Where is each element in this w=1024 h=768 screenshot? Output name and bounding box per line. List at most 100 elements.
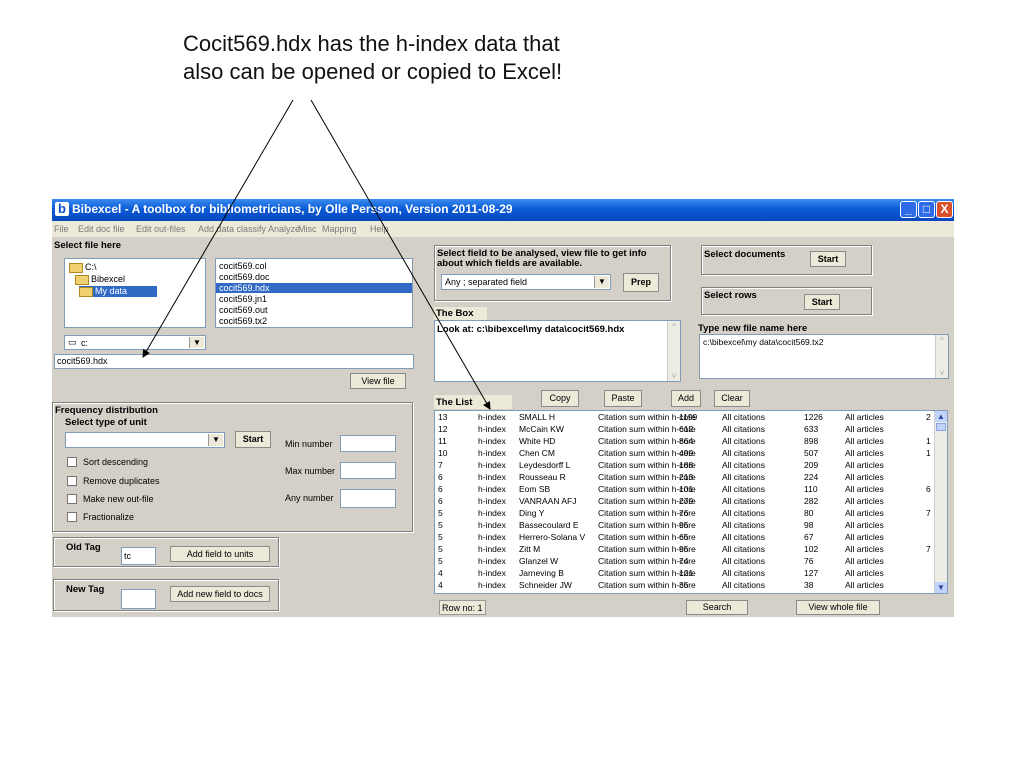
select-file-label: Select file here [54,240,122,251]
add-button[interactable]: Add [671,390,701,407]
list-row[interactable]: 5 h-index Ding Y Citation sum within h-core… [436,508,934,520]
list-cell: All articles [845,556,884,566]
title-bar[interactable]: b Bibexcel - A toolbox for bibliometrici… [52,199,954,221]
add-field-to-units-button[interactable]: Add field to units [170,546,270,562]
fractionalize-checkbox[interactable] [67,512,77,522]
list-row[interactable]: 13 h-index SMALL H Citation sum within h-co… [436,412,934,424]
box-scrollbar[interactable]: ^ v [667,321,680,381]
list-cell: Jarneving B [519,568,564,578]
scroll-up-icon[interactable]: ^ [668,321,680,332]
list-row[interactable]: 6 h-index Rousseau R Citation sum within h-… [436,472,934,484]
menu-add-data-classify[interactable]: Add data classify [198,224,266,234]
dropdown-arrow-icon[interactable]: ▼ [594,276,609,288]
remove-duplicates-checkbox[interactable] [67,476,77,486]
make-new-outfile-checkbox[interactable] [67,494,77,504]
drive-value: c: [81,338,89,348]
the-box-text[interactable]: Look at: c:\bibexcel\my data\cocit569.hd… [434,320,681,382]
list-cell: All articles [845,484,884,494]
max-number-input[interactable] [340,462,396,479]
new-filename-input[interactable]: c:\bibexcel\my data\cocit569.tx2 ^ v [699,334,949,379]
dir-item-my-data[interactable]: My data [79,286,158,297]
freq-start-button[interactable]: Start [235,431,271,448]
list-row[interactable]: 5 h-index Glanzel W Citation sum within h-c… [436,556,934,568]
menu-misc[interactable]: Misc [298,224,317,234]
list-cell: All articles [845,544,884,554]
scroll-down-icon[interactable]: ▼ [935,582,947,593]
list-row[interactable]: 6 h-index VANRAAN AFJ Citation sum within h… [436,496,934,508]
list-row[interactable]: 11 h-index White HD Citation sum within h-c… [436,436,934,448]
file-item[interactable]: cocit569.tx2 [219,316,267,326]
new-tag-input[interactable] [121,589,156,609]
the-list-label: The List [434,395,513,409]
copy-button[interactable]: Copy [541,390,579,407]
view-file-button[interactable]: View file [350,373,406,389]
add-new-field-to-docs-button[interactable]: Add new field to docs [170,586,270,602]
file-item[interactable]: cocit569.doc [219,272,270,282]
paste-button[interactable]: Paste [604,390,642,407]
new-filename-label: Type new file name here [698,323,808,334]
list-row[interactable]: 4 h-index Schneider JW Citation sum within … [436,580,934,592]
menu-edit-doc-file[interactable]: Edit doc file [78,224,125,234]
sort-descending-checkbox[interactable] [67,457,77,467]
list-cell: 507 [804,448,819,458]
file-item[interactable]: cocit569.out [219,305,268,315]
newfile-scrollbar[interactable]: ^ v [935,335,948,378]
list-row[interactable]: 5 h-index Zitt M Citation sum within h-core… [436,544,934,556]
list-row[interactable]: 7 h-index Leydesdorff L Citation sum within… [436,460,934,472]
clear-button[interactable]: Clear [714,390,750,407]
list-cell: 5 [438,556,443,566]
min-number-input[interactable] [340,435,396,452]
list-cell: 1 [926,436,931,446]
select-documents-start-button[interactable]: Start [810,251,846,267]
list-cell: 80 [804,508,814,518]
list-cell: All articles [845,436,884,446]
file-list[interactable]: cocit569.col cocit569.doc cocit569.hdx c… [215,258,413,328]
dropdown-arrow-icon[interactable]: ▼ [208,434,223,446]
old-tag-input[interactable]: tc [121,547,156,565]
list-cell: VANRAAN AFJ [519,496,577,506]
menu-help[interactable]: Help [370,224,389,234]
list-cell: 7 [926,544,931,554]
list-cell: 127 [804,568,819,578]
list-row[interactable]: 6 h-index Eom SB Citation sum within h-core… [436,484,934,496]
close-button[interactable]: X [936,201,953,218]
maximize-button[interactable]: □ [918,201,935,218]
menu-edit-out-files[interactable]: Edit out-files [136,224,186,234]
file-item[interactable]: cocit569.col [219,261,267,271]
old-tag-label: Old Tag [66,542,101,553]
scroll-thumb[interactable] [936,423,946,431]
file-item-selected[interactable]: cocit569.hdx [216,283,412,293]
any-number-input[interactable] [340,489,396,508]
unit-type-select[interactable]: ▼ [65,432,225,448]
the-list[interactable]: ▲ ▼ 13 h-index SMALL H Citation sum within … [434,410,948,594]
list-row[interactable]: 5 h-index Bassecoulard E Citation sum withi… [436,520,934,532]
directory-list[interactable]: C:\ Bibexcel My data [64,258,206,328]
field-select[interactable]: Any ; separated field ▼ [441,274,611,290]
list-row[interactable]: 10 h-index Chen CM Citation sum within h-co… [436,448,934,460]
list-scrollbar[interactable]: ▲ ▼ [934,411,947,593]
dropdown-arrow-icon[interactable]: ▼ [189,337,204,348]
scroll-down-icon[interactable]: v [668,370,680,381]
menu-file[interactable]: File [54,224,69,234]
drive-select[interactable]: ▭ c: ▼ [64,335,206,350]
filename-field[interactable]: cocit569.hdx [54,354,414,369]
menu-analyze[interactable]: Analyze [268,224,300,234]
list-cell: h-index [478,460,506,470]
list-cell: 4 [438,580,443,590]
dir-item-bibexcel[interactable]: Bibexcel [75,274,125,285]
select-rows-start-button[interactable]: Start [804,294,840,310]
prep-button[interactable]: Prep [623,273,659,292]
old-tag-panel: Old Tag tc Add field to units [53,537,279,567]
list-row[interactable]: 12 h-index McCain KW Citation sum within h-… [436,424,934,436]
list-row[interactable]: 4 h-index Jarneving B Citation sum within h… [436,568,934,580]
minimize-button[interactable]: _ [900,201,917,218]
scroll-up-icon[interactable]: ^ [936,335,948,346]
scroll-down-icon[interactable]: v [936,367,948,378]
list-row[interactable]: 5 h-index Herrero-Solana V Citation sum wit… [436,532,934,544]
file-item[interactable]: cocit569.jn1 [219,294,267,304]
view-whole-file-button[interactable]: View whole file [796,600,880,615]
menu-mapping[interactable]: Mapping [322,224,357,234]
dir-item-c[interactable]: C:\ [69,262,97,273]
scroll-up-icon[interactable]: ▲ [935,411,947,422]
search-button[interactable]: Search [686,600,748,615]
